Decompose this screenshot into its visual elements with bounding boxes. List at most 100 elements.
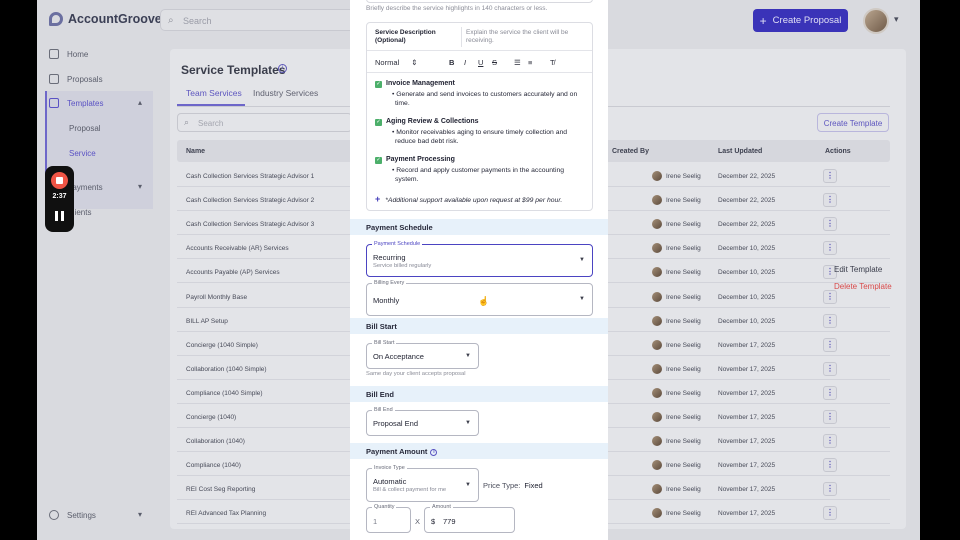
template-name: Concierge (1040 Simple) [186, 342, 258, 349]
screen-recorder-widget: 2:37 [45, 166, 74, 232]
create-proposal-button[interactable]: + Create Proposal [753, 9, 848, 32]
creator-avatar [652, 195, 662, 205]
row-actions-button[interactable]: ⋮ [823, 434, 837, 448]
service-item-desc: time. [395, 100, 410, 107]
sidebar-item-proposals[interactable]: Proposals [49, 74, 103, 84]
tab-team-services[interactable]: Team Services [186, 88, 242, 98]
last-updated: November 17, 2025 [718, 366, 776, 373]
amount-input[interactable]: Amount $ 779 [424, 504, 515, 533]
bill-end-select[interactable]: Bill End Proposal End ▼ [366, 407, 479, 436]
sidebar-sub-proposal[interactable]: Proposal [69, 124, 101, 133]
row-actions-button[interactable]: ⋮ [823, 338, 837, 352]
last-updated: November 17, 2025 [718, 414, 776, 421]
row-actions-button[interactable]: ⋮ [823, 169, 837, 183]
field-label: Quantity [372, 504, 397, 510]
last-updated: December 10, 2025 [718, 269, 776, 276]
chevron-up-icon[interactable]: ▴ [138, 98, 142, 107]
template-name: REI Cost Seg Reporting [186, 486, 256, 493]
info-icon[interactable]: i [278, 64, 287, 73]
last-updated: November 17, 2025 [718, 486, 776, 493]
created-by: Irene Seelig [666, 221, 701, 228]
bill-start-select[interactable]: Bill Start On Acceptance ▼ [366, 340, 479, 369]
row-actions-button[interactable]: ⋮ [823, 362, 837, 376]
user-avatar[interactable] [863, 8, 889, 34]
created-by: Irene Seelig [666, 342, 701, 349]
creator-avatar [652, 388, 662, 398]
last-updated: December 22, 2025 [718, 221, 776, 228]
row-actions-button[interactable]: ⋮ [823, 241, 837, 255]
highlights-hint: Briefly describe the service highlights … [366, 5, 548, 12]
edit-template-menu-item[interactable]: Edit Template [834, 265, 882, 274]
row-actions-button[interactable]: ⋮ [823, 386, 837, 400]
global-search-input[interactable]: ⌕ Search [160, 9, 370, 31]
delete-template-menu-item[interactable]: Delete Template [834, 282, 892, 291]
bill-start-help: Same day your client accepts proposal [366, 371, 466, 377]
template-search-input[interactable]: ⌕ Search [177, 113, 352, 132]
underline-button[interactable]: U [478, 58, 483, 67]
templates-icon [49, 98, 59, 108]
column-header-actions: Actions [825, 148, 851, 155]
created-by: Irene Seelig [666, 366, 701, 373]
column-header-name[interactable]: Name [186, 148, 205, 155]
template-name: REI Advanced Tax Planning [186, 510, 267, 517]
sidebar-item-settings[interactable]: Settings [49, 510, 96, 520]
add-icon[interactable]: + [375, 194, 380, 204]
info-icon[interactable]: i [430, 449, 438, 456]
quantity-input[interactable]: Quantity 1 [366, 504, 411, 533]
bold-button[interactable]: B [449, 58, 454, 67]
created-by: Irene Seelig [666, 197, 701, 204]
app-logo[interactable]: AccountGroove [49, 12, 162, 26]
last-updated: November 17, 2025 [718, 390, 776, 397]
checkbox-icon: ✓ [375, 157, 382, 164]
chevron-down-icon[interactable]: ▾ [138, 182, 142, 191]
section-payment-schedule: Payment Schedule [350, 219, 608, 235]
field-label: Payment Schedule [372, 241, 423, 247]
strikethrough-button[interactable]: S [492, 58, 497, 67]
page-title: Service Templates [181, 63, 286, 77]
chevron-down-icon[interactable]: ▾ [138, 510, 142, 519]
template-name: Payroll Monthly Base [186, 294, 248, 301]
tab-industry-services[interactable]: Industry Services [253, 88, 318, 98]
row-actions-button[interactable]: ⋮ [823, 458, 837, 472]
row-actions-button[interactable]: ⋮ [823, 193, 837, 207]
field-label: Invoice Type [372, 465, 407, 471]
highlights-field[interactable] [366, 0, 593, 3]
payment-schedule-select[interactable]: Payment Schedule Recurring Service bille… [366, 241, 593, 277]
search-icon: ⌕ [184, 117, 190, 127]
clear-format-button[interactable]: T̸ [550, 58, 555, 67]
column-header-created-by[interactable]: Created By [612, 148, 649, 155]
last-updated: December 10, 2025 [718, 245, 776, 252]
field-value: On Acceptance [373, 352, 424, 361]
row-actions-button[interactable]: ⋮ [823, 217, 837, 231]
row-actions-button[interactable]: ⋮ [823, 410, 837, 424]
field-value: Recurring [373, 253, 406, 262]
sidebar-item-templates[interactable]: Templates [49, 98, 103, 108]
stop-recording-button[interactable] [51, 172, 68, 189]
field-label: Amount [430, 504, 453, 510]
create-template-button[interactable]: Create Template [817, 113, 889, 132]
created-by: Irene Seelig [666, 269, 701, 276]
column-header-last-updated[interactable]: Last Updated [718, 148, 762, 155]
pause-icon[interactable] [55, 211, 64, 221]
sidebar-item-home[interactable]: Home [49, 49, 88, 59]
row-actions-button[interactable]: ⋮ [823, 506, 837, 520]
caret-down-icon: ▼ [579, 296, 585, 302]
field-value: 779 [443, 517, 456, 526]
template-name: Compliance (1040 Simple) [186, 390, 263, 397]
italic-button[interactable]: I [464, 58, 466, 67]
text-style-select[interactable]: Normal ⇕ [375, 58, 418, 67]
field-value: Automatic [373, 477, 407, 486]
invoice-type-select[interactable]: Invoice Type Automatic Bill & collect pa… [366, 465, 479, 502]
service-item-title: Aging Review & Collections [386, 118, 479, 125]
sidebar-sub-service[interactable]: Service [69, 149, 96, 158]
chevron-down-icon[interactable]: ▾ [894, 14, 899, 25]
mouse-cursor-icon: ☝ [478, 296, 490, 306]
recording-time: 2:37 [52, 193, 67, 200]
creator-avatar [652, 460, 662, 470]
creator-avatar [652, 508, 662, 518]
row-actions-button[interactable]: ⋮ [823, 314, 837, 328]
bullet-list-button[interactable]: ≡ [528, 58, 532, 67]
ordered-list-button[interactable]: ☰ [514, 58, 521, 67]
template-name: Concierge (1040) [186, 414, 237, 421]
row-actions-button[interactable]: ⋮ [823, 482, 837, 496]
